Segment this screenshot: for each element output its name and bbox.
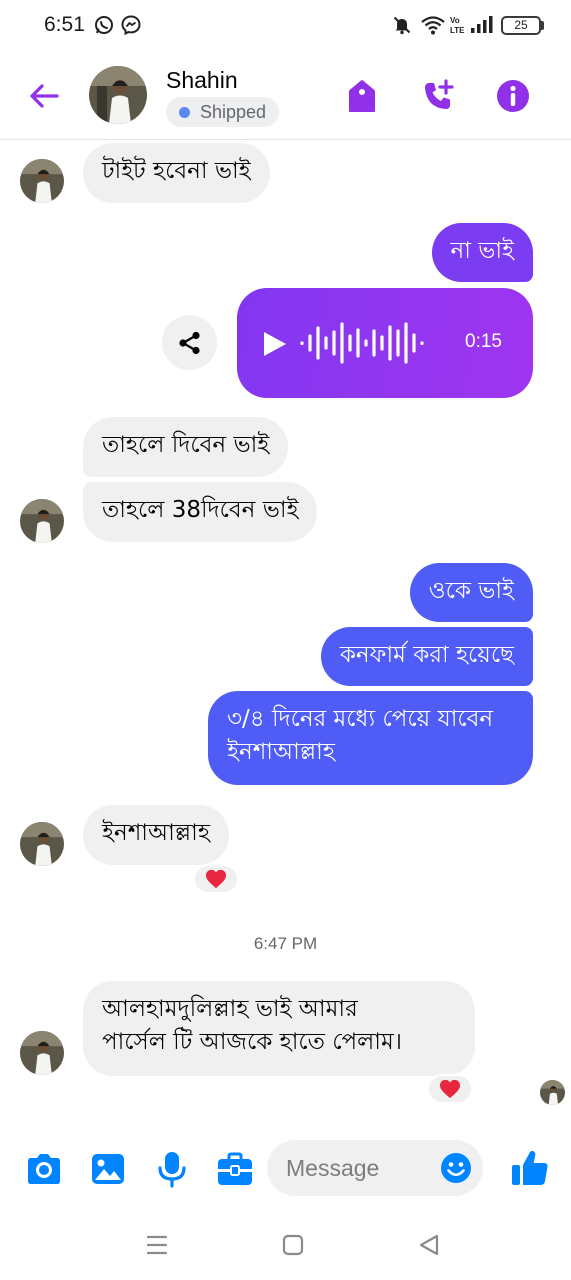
sender-avatar[interactable]: [20, 1031, 64, 1075]
volte-icon: Vo LTE: [450, 16, 465, 35]
order-status-chip[interactable]: Shipped: [166, 97, 280, 127]
mic-icon[interactable]: [153, 1150, 191, 1188]
sender-avatar[interactable]: [20, 822, 64, 866]
share-button[interactable]: [162, 315, 217, 370]
signal-icon: [471, 16, 493, 33]
voice-duration: 0:15: [465, 331, 502, 352]
home-icon[interactable]: [280, 1232, 306, 1258]
status-dot: [179, 107, 190, 118]
profile-photo: [89, 66, 147, 124]
status-bar: 6:51 Vo LTE 25: [0, 0, 571, 52]
message-line: ইনশাআল্লাহ: [227, 739, 335, 765]
messenger-icon: [121, 15, 141, 35]
whatsapp-icon: [95, 16, 113, 34]
reaction-badge[interactable]: [193, 864, 239, 894]
share-icon: [178, 331, 200, 354]
contact-name[interactable]: Shahin: [166, 67, 238, 94]
message-bubble[interactable]: ওকে ভাই: [409, 563, 533, 622]
message-bubble[interactable]: কনফার্ম করা হয়েছে: [320, 627, 533, 686]
message-input-wrapper: [267, 1140, 483, 1196]
chat-header: Shahin Shipped: [0, 52, 571, 140]
add-call-icon[interactable]: [420, 78, 456, 114]
wifi-icon: [421, 16, 445, 35]
message-bubble[interactable]: ইনশাআল্লাহ: [83, 805, 229, 865]
message-input[interactable]: [286, 1140, 436, 1196]
profile-photo: [540, 1080, 565, 1105]
back-arrow-icon[interactable]: [24, 76, 64, 116]
thumbs-up-icon[interactable]: [510, 1148, 550, 1188]
waveform-icon: [300, 322, 424, 364]
message-bubble[interactable]: টাইট হবেনা ভাই: [83, 143, 270, 203]
mute-bell-icon: [393, 16, 411, 35]
svg-text:LTE: LTE: [450, 26, 465, 35]
order-status-label: Shipped: [200, 102, 267, 122]
message-composer: [0, 1128, 571, 1214]
order-tag-icon[interactable]: [344, 78, 380, 114]
sender-avatar[interactable]: [20, 499, 64, 543]
gallery-icon[interactable]: [89, 1150, 127, 1188]
battery-tip: [541, 21, 544, 30]
profile-photo: [20, 499, 64, 543]
heart-icon: [440, 1079, 460, 1099]
reaction-badge[interactable]: [427, 1074, 473, 1104]
profile-photo: [20, 822, 64, 866]
recent-apps-icon[interactable]: [144, 1232, 170, 1258]
info-icon[interactable]: [495, 78, 531, 114]
message-line: ৩/৪ দিনের মধ্যে পেয়ে যাবেন: [227, 706, 494, 732]
back-nav-icon[interactable]: [416, 1232, 442, 1258]
message-bubble[interactable]: আলহামদুলিল্লাহ ভাই আমার পার্সেল টি আজকে …: [83, 981, 475, 1076]
message-line: আলহামদুলিল্লাহ ভাই আমার: [102, 996, 358, 1022]
seen-receipt-avatar: [540, 1080, 565, 1105]
svg-text:Vo: Vo: [450, 16, 460, 25]
status-time: 6:51: [44, 13, 85, 36]
message-bubble[interactable]: না ভাই: [431, 223, 533, 282]
contact-avatar[interactable]: [89, 66, 147, 124]
message-bubble[interactable]: তাহলে দিবেন ভাই: [83, 417, 289, 477]
battery-icon: 25: [501, 16, 541, 35]
profile-photo: [20, 159, 64, 203]
message-bubble[interactable]: তাহলে 38দিবেন ভাই: [83, 482, 318, 542]
camera-icon[interactable]: [25, 1150, 63, 1188]
message-bubble[interactable]: ৩/৪ দিনের মধ্যে পেয়ে যাবেন ইনশাআল্লাহ: [208, 691, 533, 785]
emoji-icon[interactable]: [440, 1152, 472, 1184]
message-line: পার্সেল টি আজকে হাতে পেলাম।: [102, 1029, 402, 1055]
heart-icon: [206, 869, 226, 889]
play-icon[interactable]: [261, 330, 289, 358]
system-nav-bar: [0, 1214, 571, 1280]
timestamp: 6:47 PM: [253, 934, 318, 953]
briefcase-icon[interactable]: [216, 1150, 254, 1188]
sender-avatar[interactable]: [20, 159, 64, 203]
profile-photo: [20, 1031, 64, 1075]
